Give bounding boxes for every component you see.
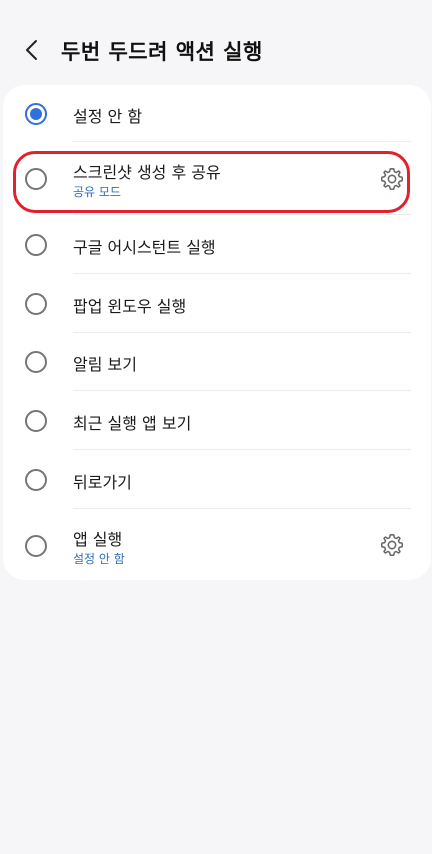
option-row-back[interactable]: 뒤로가기 [3, 450, 431, 509]
option-row-none[interactable]: 설정 안 함 [3, 85, 431, 142]
radio-button-selected[interactable] [25, 103, 47, 125]
option-sublabel: 설정 안 함 [73, 552, 125, 566]
radio-button[interactable] [25, 469, 47, 491]
gear-icon[interactable] [379, 532, 405, 558]
option-sublabel: 공유 모드 [73, 185, 121, 199]
options-card: 설정 안 함 스크린샷 생성 후 공유 공유 모드 구글 어시스턴트 실행 팝업… [3, 85, 431, 580]
option-label: 팝업 윈도우 실행 [73, 297, 187, 316]
option-row-launch-app[interactable]: 앱 실행 설정 안 함 [3, 509, 431, 580]
option-row-screenshot-share[interactable]: 스크린샷 생성 후 공유 공유 모드 [3, 142, 431, 215]
option-row-recent-apps[interactable]: 최근 실행 앱 보기 [3, 391, 431, 450]
option-row-notifications[interactable]: 알림 보기 [3, 333, 431, 391]
option-label: 스크린샷 생성 후 공유 [73, 163, 221, 182]
radio-button[interactable] [25, 351, 47, 373]
option-label: 설정 안 함 [73, 107, 143, 126]
option-label: 알림 보기 [73, 355, 137, 374]
option-row-google-assistant[interactable]: 구글 어시스턴트 실행 [3, 215, 431, 274]
option-label: 구글 어시스턴트 실행 [73, 238, 216, 257]
option-row-popup-window[interactable]: 팝업 윈도우 실행 [3, 274, 431, 333]
radio-button[interactable] [25, 168, 47, 190]
gear-icon[interactable] [379, 166, 405, 192]
option-label: 앱 실행 [73, 530, 123, 549]
option-label: 뒤로가기 [73, 473, 132, 492]
page: 두번 두드려 액션 실행 설정 안 함 스크린샷 생성 후 공유 공유 모드 구… [0, 0, 432, 854]
radio-button[interactable] [25, 234, 47, 256]
app-bar: 두번 두드려 액션 실행 [0, 26, 432, 76]
radio-button[interactable] [25, 293, 47, 315]
page-title: 두번 두드려 액션 실행 [61, 40, 263, 64]
radio-button[interactable] [25, 535, 47, 557]
back-arrow-icon[interactable] [20, 38, 44, 62]
option-label: 최근 실행 앱 보기 [73, 414, 192, 433]
radio-button[interactable] [25, 410, 47, 432]
